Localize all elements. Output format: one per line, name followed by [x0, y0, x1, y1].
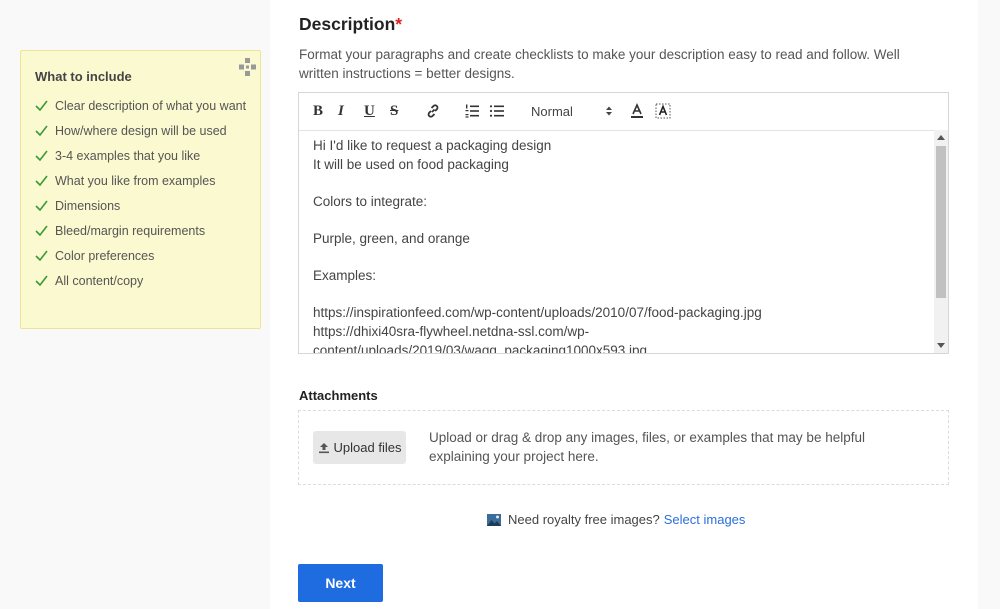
content-line: https://dhixi40sra-flywheel.netdna-ssl.c… [313, 323, 590, 339]
check-icon [35, 250, 48, 261]
tips-panel: What to include Clear description of wha… [20, 50, 261, 329]
tip-item: How/where design will be used [35, 122, 250, 140]
tip-item: What you like from examples [35, 172, 250, 190]
tip-label: 3-4 examples that you like [55, 149, 201, 163]
italic-button[interactable]: I [338, 102, 344, 120]
content-line [313, 286, 921, 305]
attachments-dropzone[interactable]: Upload files Upload or drag & drop any i… [298, 410, 949, 485]
underline-button[interactable]: U [364, 102, 375, 120]
content-line [313, 211, 921, 230]
link-icon [427, 104, 439, 118]
content-line [313, 174, 921, 193]
check-icon [35, 275, 48, 286]
font-size-select[interactable]: Normal [531, 102, 613, 120]
tip-label: How/where design will be used [55, 124, 227, 138]
background-color-button[interactable] [655, 102, 671, 120]
tip-label: Color preferences [55, 249, 155, 263]
content-line: Purple, green, and orange [313, 230, 470, 246]
tip-label: Bleed/margin requirements [55, 224, 206, 238]
bullet-list-icon [489, 105, 504, 117]
description-help-text: Format your paragraphs and create checkl… [299, 47, 900, 81]
check-icon [35, 225, 48, 236]
description-textarea[interactable]: Hi I'd like to request a packaging desig… [299, 130, 935, 353]
bold-button[interactable]: B [313, 102, 323, 120]
tip-item: Color preferences [35, 247, 250, 265]
ordered-list-icon [465, 104, 479, 118]
tip-label: What you like from examples [55, 174, 216, 188]
content-line: https://inspirationfeed.com/wp-content/u… [313, 305, 762, 321]
check-icon [35, 100, 48, 111]
tip-item: 3-4 examples that you like [35, 147, 250, 165]
scroll-thumb[interactable] [936, 146, 946, 298]
bullet-list-button[interactable] [489, 102, 505, 120]
highlight-icon [655, 103, 671, 119]
tip-item: All content/copy [35, 272, 250, 290]
editor-scrollbar[interactable] [934, 130, 948, 353]
text-color-icon [631, 103, 643, 118]
tip-item: Clear description of what you want [35, 97, 250, 115]
move-icon[interactable] [238, 57, 258, 77]
strikethrough-button[interactable]: S [390, 102, 398, 120]
content-line: Hi I'd like to request a packaging desig… [313, 138, 552, 153]
link-button[interactable] [425, 102, 441, 120]
tips-list: Clear description of what you want How/w… [35, 97, 250, 297]
check-icon [35, 175, 48, 186]
scroll-down-arrow-icon[interactable] [937, 343, 945, 348]
dropzone-help-text: Upload or drag & drop any images, files,… [429, 430, 865, 464]
tip-item: Dimensions [35, 197, 250, 215]
text-color-button[interactable] [629, 102, 645, 120]
check-icon [35, 200, 48, 211]
tip-label: All content/copy [55, 274, 144, 288]
scroll-up-arrow-icon[interactable] [937, 135, 945, 140]
select-images-link[interactable]: Select images [664, 512, 746, 527]
content-line: It will be used on food packaging [313, 156, 509, 172]
upload-icon [318, 442, 329, 453]
attachments-title: Attachments [299, 388, 378, 403]
description-editor: B I U S Normal Hi I'd like to request a … [298, 92, 949, 354]
image-icon [487, 513, 501, 526]
check-icon [35, 150, 48, 161]
content-line: Examples: [313, 268, 377, 284]
description-heading: Description* [299, 14, 402, 35]
royalty-free-text: Need royalty free images? [508, 512, 660, 527]
tips-title: What to include [35, 69, 132, 84]
tip-label: Dimensions [55, 199, 121, 213]
next-button[interactable]: Next [298, 564, 383, 602]
sort-arrows-icon [606, 106, 612, 116]
content-line: Colors to integrate: [313, 193, 428, 209]
content-line: content/uploads/2019/03/wagg_packaging10… [313, 342, 648, 353]
check-icon [35, 125, 48, 136]
upload-files-button[interactable]: Upload files [313, 431, 406, 464]
royalty-free-row: Need royalty free images? Select images [487, 512, 745, 527]
tip-label: Clear description of what you want [55, 99, 247, 113]
description-title: Description [299, 14, 396, 34]
font-size-value: Normal [531, 103, 573, 119]
required-marker: * [395, 14, 403, 34]
content-line [313, 249, 921, 268]
ordered-list-button[interactable] [464, 102, 480, 120]
tip-item: Bleed/margin requirements [35, 222, 250, 240]
upload-files-label: Upload files [333, 440, 402, 455]
editor-toolbar: B I U S Normal [299, 93, 948, 131]
